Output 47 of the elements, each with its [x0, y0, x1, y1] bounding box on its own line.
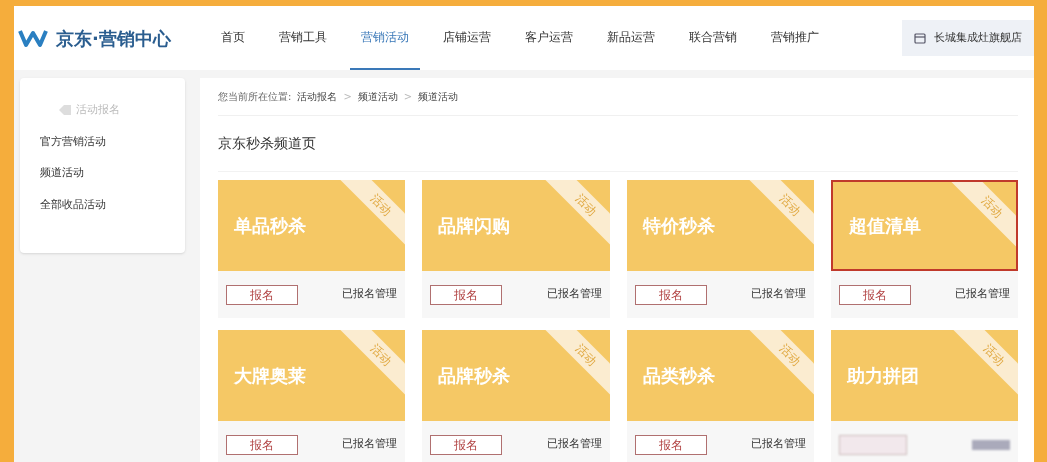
signup-button[interactable]: 报名 [226, 434, 298, 455]
card-title: 大牌奥莱 [234, 364, 306, 388]
card-title: 品牌秒杀 [438, 364, 511, 388]
breadcrumb-separator: > [403, 90, 413, 104]
signup-button[interactable]: 报名 [634, 434, 707, 455]
card-title: 品牌闪购 [438, 214, 511, 238]
breadcrumb-link[interactable]: 频道活动 [357, 89, 398, 104]
page-title: 京东秒杀频道页 [218, 134, 316, 153]
breadcrumb-link[interactable]: 频道活动 [418, 89, 459, 104]
signup-button[interactable]: 报名 [430, 284, 503, 305]
card-title: 超值清单 [848, 214, 921, 238]
nav-tab[interactable]: 营销推广 [760, 6, 830, 70]
sidebar-heading: 活动报名 [76, 102, 120, 118]
card-title: 单品秒杀 [234, 214, 306, 238]
blurred-link[interactable] [972, 439, 1010, 450]
nav-tab[interactable]: 营销活动 [350, 6, 420, 70]
blurred-button[interactable] [838, 434, 907, 455]
manage-link[interactable]: 已报名管理 [546, 286, 602, 303]
card-title: 特价秒杀 [642, 214, 715, 238]
signup-button[interactable]: 报名 [430, 434, 503, 455]
nav-tab[interactable]: 店铺运营 [432, 6, 502, 70]
manage-link[interactable]: 已报名管理 [342, 286, 398, 303]
signup-button[interactable]: 报名 [838, 284, 911, 305]
sidebar-item[interactable]: 全部收品活动 [40, 196, 185, 213]
manage-link[interactable]: 已报名管理 [546, 436, 602, 453]
nav-tab[interactable]: 营销工具 [268, 6, 338, 70]
breadcrumb-separator: > [343, 90, 352, 104]
logo-icon [18, 27, 48, 49]
manage-link[interactable]: 已报名管理 [750, 436, 806, 453]
nav-tab[interactable]: 联合营销 [678, 6, 748, 70]
logo-text: 京东·营销中心 [56, 26, 171, 51]
tag-icon [58, 104, 72, 117]
card-title: 品类秒杀 [642, 364, 715, 388]
breadcrumb-prefix: 您当前所在位置: [218, 90, 292, 104]
signup-button[interactable]: 报名 [634, 284, 707, 305]
sidebar-item[interactable]: 官方营销活动 [40, 133, 185, 150]
nav-tab[interactable]: 客户运营 [514, 6, 584, 70]
sidebar-item[interactable]: 频道活动 [40, 165, 185, 182]
breadcrumb-link[interactable]: 活动报名 [297, 89, 338, 104]
nav-tab[interactable]: 新品运营 [596, 6, 666, 70]
manage-link[interactable]: 已报名管理 [342, 436, 398, 453]
store-icon [914, 32, 926, 44]
card-title: 助力拼团 [846, 364, 919, 388]
manage-link[interactable]: 已报名管理 [750, 286, 806, 303]
signup-button[interactable]: 报名 [226, 284, 298, 305]
nav-tab[interactable]: 首页 [210, 6, 256, 70]
manage-link[interactable]: 已报名管理 [955, 286, 1010, 303]
